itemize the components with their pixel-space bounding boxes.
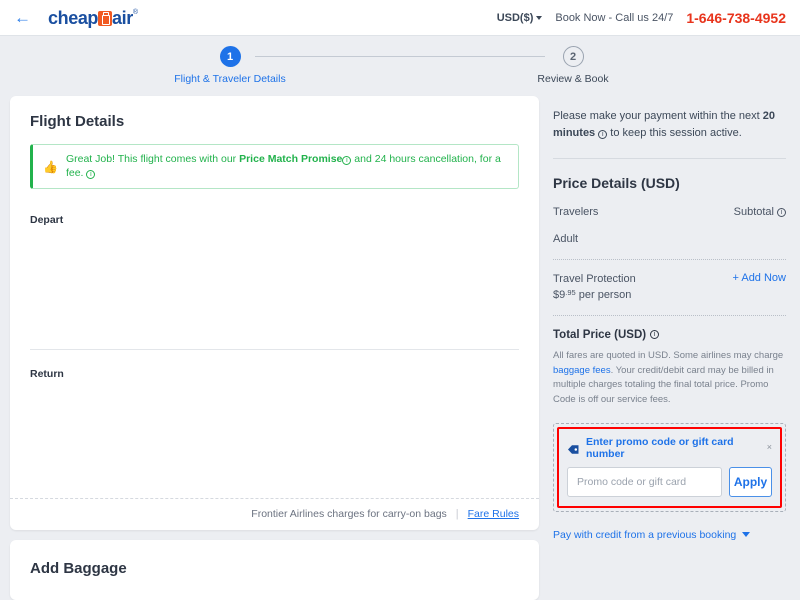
logo-registered-mark: ® <box>132 8 139 16</box>
step-2-label: Review & Book <box>537 73 609 85</box>
total-price-title: Total Price (USD) i <box>553 329 786 341</box>
cheapoair-logo[interactable]: cheap air ® <box>48 8 138 28</box>
stepper-connector-line <box>255 56 545 57</box>
logo-text-left: cheap <box>48 7 99 28</box>
step-1-circle: 1 <box>219 46 241 67</box>
back-arrow-icon[interactable]: ← <box>14 9 31 26</box>
step-1-label: Flight & Traveler Details <box>174 73 286 85</box>
promo-code-header: Enter promo code or gift card number × <box>567 436 772 460</box>
chevron-down-icon <box>742 532 751 538</box>
chevron-down-icon <box>536 15 543 20</box>
travel-protection-label: Travel Protection <box>553 273 636 285</box>
left-column: Flight Details 👍 Great Job! This flight … <box>10 96 539 600</box>
currency-label: USD($) <box>496 11 534 24</box>
page-title: Flight Details <box>30 113 125 130</box>
phone-number[interactable]: 1-646-738-4952 <box>686 10 786 26</box>
carry-on-note: Frontier Airlines charges for carry-on b… <box>251 508 447 521</box>
info-icon-cancellation[interactable]: i <box>86 169 96 179</box>
footer-divider: | <box>455 508 459 521</box>
sidebar-divider-top <box>553 158 786 159</box>
fare-disclaimer: All fares are quoted in USD. Some airlin… <box>553 349 786 408</box>
return-section: Return <box>10 368 539 498</box>
protection-cents: .95 <box>565 287 576 297</box>
promo-code-highlight-box: Enter promo code or gift card number × A… <box>557 426 782 508</box>
adult-row: Adult <box>553 233 786 245</box>
add-baggage-title: Add Baggage <box>30 560 127 578</box>
flight-card-footer: Frontier Airlines charges for carry-on b… <box>10 498 539 530</box>
price-match-promise-banner: 👍 Great Job! This flight comes with our … <box>30 144 519 190</box>
total-price-label: Total Price (USD) <box>553 328 647 341</box>
close-icon[interactable]: × <box>767 443 772 452</box>
pay-with-credit-label: Pay with credit from a previous booking <box>553 528 737 541</box>
currency-selector[interactable]: USD($) <box>497 12 543 24</box>
subtotal-label: Subtotal <box>733 206 774 218</box>
protection-dollars: $9 <box>553 288 566 301</box>
add-baggage-card: Add Baggage <box>10 540 539 600</box>
apply-promo-button[interactable]: Apply <box>729 466 772 497</box>
logo-text-right: air <box>112 7 133 28</box>
disclaimer-part-1: All fares are quoted in USD. Some airlin… <box>553 349 784 361</box>
info-icon-subtotal[interactable]: i <box>777 207 786 217</box>
depart-label: Depart <box>30 214 64 227</box>
subtotal-header: Subtotal i <box>734 206 786 218</box>
leg-divider <box>30 349 519 351</box>
main-content: Flight Details 👍 Great Job! This flight … <box>0 96 800 600</box>
tag-icon <box>567 442 580 455</box>
thumbs-up-icon: 👍 <box>43 159 58 174</box>
add-travel-protection-button[interactable]: + Add Now <box>732 272 786 284</box>
promo-code-section: Enter promo code or gift card number × A… <box>553 422 786 512</box>
promise-bold-text: Price Match Promise <box>239 153 343 165</box>
stepper-step-flight-traveler-details[interactable]: 1 Flight & Traveler Details <box>174 46 286 85</box>
info-icon-total-price[interactable]: i <box>650 330 660 340</box>
session-text-before: Please make your payment within the next <box>553 110 763 122</box>
price-details-title: Price Details (USD) <box>553 175 680 191</box>
baggage-fees-link[interactable]: baggage fees <box>553 365 611 376</box>
travel-protection-price: $9.95 per person <box>553 288 636 301</box>
pay-with-credit-link[interactable]: Pay with credit from a previous booking <box>553 529 786 541</box>
fare-rules-link[interactable]: Fare Rules <box>468 508 519 520</box>
travelers-header-row: Travelers Subtotal i <box>553 206 786 218</box>
stepper-step-review-book[interactable]: 2 Review & Book <box>537 46 609 85</box>
travel-protection-info: Travel Protection $9.95 per person <box>553 272 636 301</box>
promo-code-input[interactable] <box>567 466 722 497</box>
travelers-label: Travelers <box>553 206 599 218</box>
logo-o-icon <box>98 10 113 26</box>
divider-after-protection <box>553 314 786 316</box>
flight-details-card: Flight Details 👍 Great Job! This flight … <box>10 96 539 531</box>
promise-text-before: Great Job! This flight comes with our <box>65 153 240 165</box>
depart-section: Depart <box>10 214 539 349</box>
divider-after-adult <box>553 259 786 260</box>
session-timer-note: Please make your payment within the next… <box>553 96 786 141</box>
travel-protection-row: Travel Protection $9.95 per person + Add… <box>553 272 786 301</box>
price-sidebar: Please make your payment within the next… <box>549 96 790 541</box>
call-us-text: Book Now - Call us 24/7 <box>555 11 674 24</box>
adult-label: Adult <box>553 233 579 245</box>
promo-code-heading: Enter promo code or gift card number <box>586 435 734 460</box>
info-icon-session[interactable]: i <box>598 129 608 139</box>
site-header: ← cheap air ® USD($) Book Now - Call us 2… <box>0 0 800 36</box>
header-right-group: USD($) Book Now - Call us 24/7 1-646-738… <box>497 10 786 26</box>
protection-unit: per person <box>575 288 632 301</box>
return-label: Return <box>30 368 64 381</box>
promo-code-fields: Apply <box>567 466 772 497</box>
checkout-stepper: 1 Flight & Traveler Details 2 Review & B… <box>0 36 800 96</box>
promise-banner-text: Great Job! This flight comes with our Pr… <box>66 153 508 180</box>
step-2-circle: 2 <box>562 46 584 67</box>
session-text-after: to keep this session active. <box>607 126 742 139</box>
